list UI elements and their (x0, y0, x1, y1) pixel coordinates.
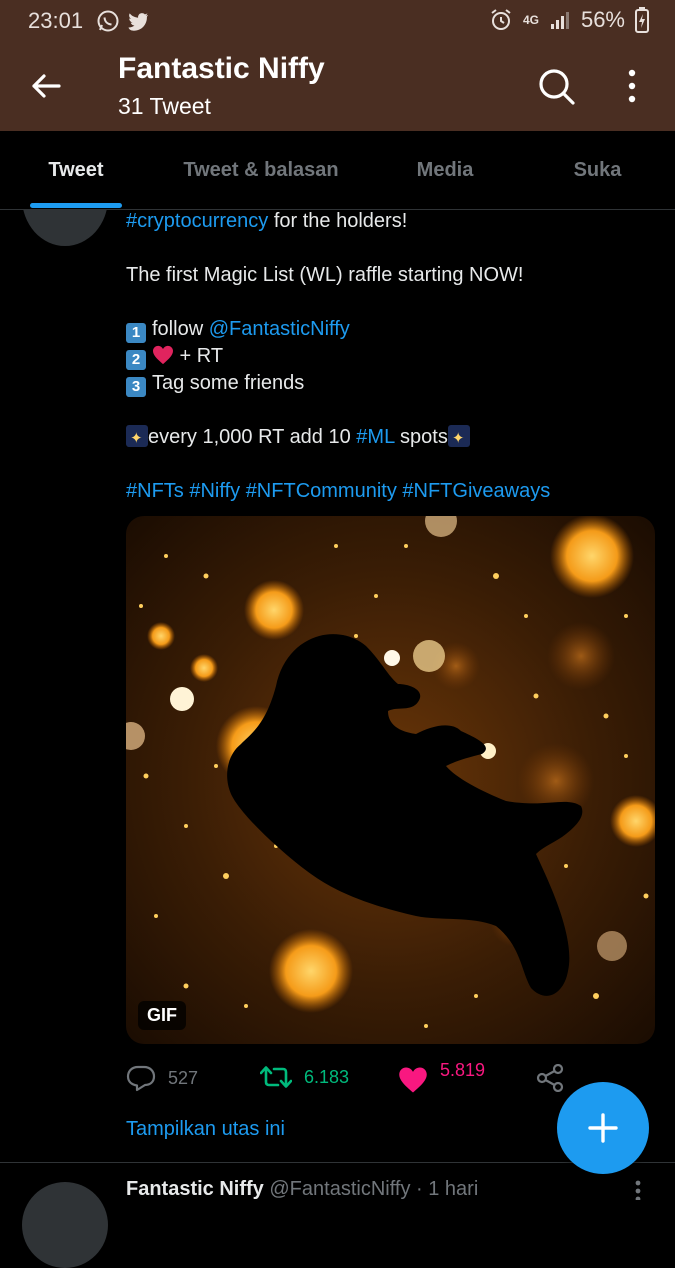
tweet-actions: 527 6.183 5.819 (126, 1058, 646, 1098)
avatar[interactable] (22, 1182, 108, 1268)
network-type: 4G (522, 13, 539, 27)
page-title: Fantastic Niffy (118, 52, 325, 85)
tweet-gif-media[interactable]: GIF (126, 516, 655, 1044)
reply-button[interactable]: 527 (126, 1064, 198, 1092)
sparkle-icon (126, 425, 148, 452)
hashtag-link[interactable]: #Niffy (189, 480, 240, 502)
tweet-text-fragment: spots (394, 426, 448, 448)
retweet-button[interactable]: 6.183 (260, 1064, 349, 1090)
battery-charging-icon (635, 7, 649, 33)
tweet-count: 31 Tweet (118, 93, 211, 119)
mention-link[interactable]: @FantasticNiffy (209, 318, 350, 340)
share-icon[interactable] (536, 1064, 564, 1092)
show-thread-link[interactable]: Tampilkan utas ini (126, 1118, 285, 1141)
niffler-silhouette (227, 634, 583, 996)
tab-tweet-replies[interactable]: Tweet & balasan (152, 131, 370, 209)
reply-icon (126, 1065, 156, 1092)
more-options-icon[interactable] (620, 68, 644, 104)
signal-icon (550, 12, 569, 29)
next-tweet-header: Fantastic Niffy @FantasticNiffy · 1 hari (126, 1178, 478, 1201)
status-time: 23:01 (28, 8, 84, 33)
tab-tweet[interactable]: Tweet (0, 131, 152, 209)
heart-filled-icon (399, 1067, 427, 1093)
back-arrow-icon[interactable] (28, 68, 64, 104)
tweet-text-fragment: follow (152, 318, 209, 340)
keycap-three-icon: 3 (126, 377, 146, 397)
profile-header: Fantastic Niffy 31 Tweet (0, 42, 675, 131)
sparkle-icon (447, 425, 470, 452)
compose-tweet-button[interactable] (557, 1082, 649, 1174)
like-count: 5.819 (440, 1059, 486, 1080)
author-handle[interactable]: @FantasticNiffy (269, 1178, 410, 1200)
active-tab-indicator (30, 203, 122, 208)
tab-media[interactable]: Media (370, 131, 520, 209)
retweet-count: 6.183 (304, 1066, 350, 1087)
tab-likes[interactable]: Suka (520, 131, 675, 209)
tweet-text-line: The first Magic List (WL) raffle startin… (126, 264, 524, 286)
status-bar: 23:01 4G 56% (0, 0, 675, 42)
retweet-icon (260, 1066, 292, 1088)
tweet-more-options-icon[interactable] (628, 1180, 648, 1200)
profile-tabs: Tweet Tweet & balasan Media Suka (0, 131, 675, 210)
tweet-text: #cryptocurrency for the holders! The fir… (126, 208, 646, 505)
plus-icon (588, 1113, 618, 1143)
hashtag-link[interactable]: #NFTGiveaways (402, 480, 550, 502)
hashtag-link[interactable]: #NFTCommunity (246, 480, 397, 502)
twitter-icon (128, 13, 148, 31)
keycap-two-icon: 2 (126, 350, 146, 370)
author-name[interactable]: Fantastic Niffy (126, 1178, 264, 1200)
hashtag-link[interactable]: #cryptocurrency (126, 210, 268, 232)
like-button[interactable]: 5.819 (398, 1058, 485, 1094)
tweet-text-fragment: every 1,000 RT add 10 (148, 426, 357, 448)
reply-count: 527 (168, 1067, 199, 1088)
gif-badge: GIF (138, 1001, 186, 1030)
alarm-icon (491, 9, 511, 30)
hashtag-link[interactable]: #ML (356, 426, 394, 448)
tweet-text-fragment: Tag some friends (152, 372, 305, 394)
tweet-text-fragment: for the holders! (268, 210, 408, 232)
tweet-time: · 1 hari (410, 1178, 479, 1200)
battery-percent: 56% (580, 7, 625, 32)
keycap-one-icon: 1 (126, 323, 146, 343)
search-icon[interactable] (536, 66, 576, 106)
tweet-text-fragment: + RT (174, 345, 224, 367)
niffler-gif-image (126, 516, 655, 1028)
whatsapp-icon (97, 10, 119, 32)
red-heart-icon (153, 345, 173, 365)
hashtag-link[interactable]: #NFTs (126, 480, 184, 502)
